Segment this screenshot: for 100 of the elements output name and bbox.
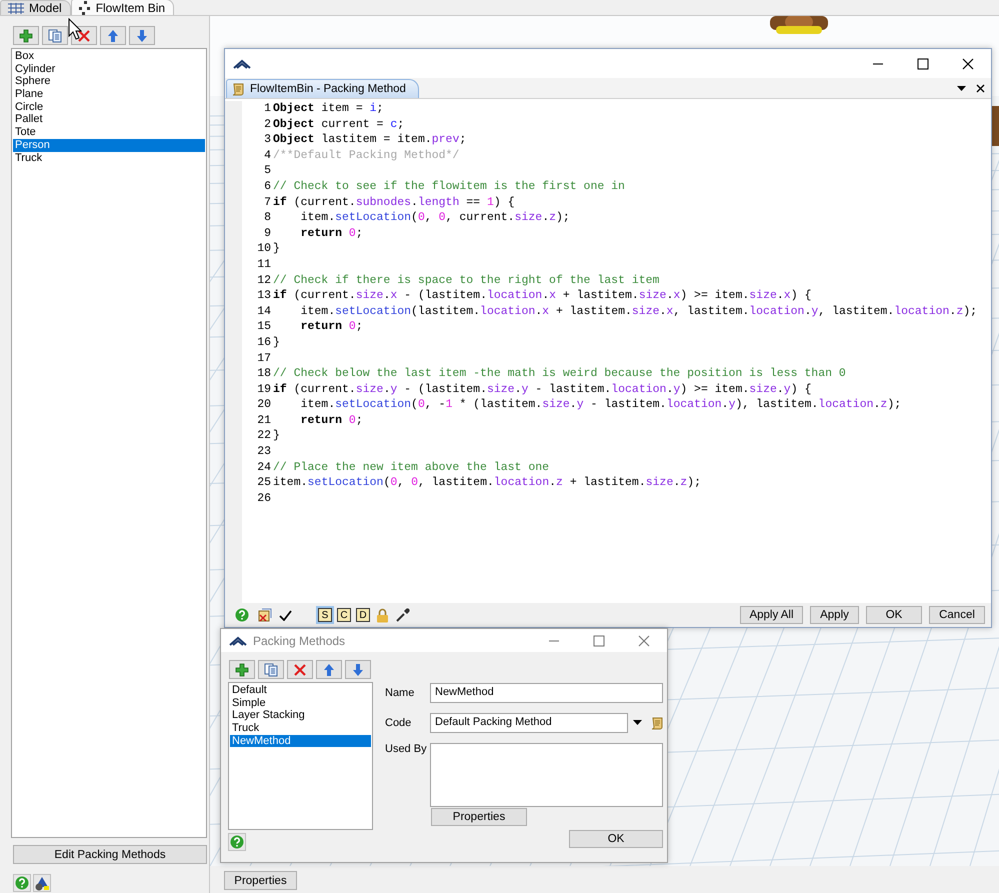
method-item[interactable]: Default — [230, 684, 371, 697]
copy-icon — [264, 662, 278, 676]
down-arrow-icon — [352, 662, 364, 676]
scroll-icon — [231, 82, 245, 96]
ok-button[interactable]: OK — [569, 830, 663, 848]
flowitem-item[interactable]: Cylinder — [13, 62, 205, 76]
plus-icon — [19, 28, 33, 42]
code-line: /**Default Packing Method*/ — [273, 148, 460, 164]
close-icon[interactable] — [976, 84, 985, 93]
mode-toggle[interactable]: C — [337, 608, 351, 622]
maximize-icon[interactable] — [917, 58, 929, 70]
name-field[interactable]: NewMethod — [430, 683, 663, 703]
line-number: 15 — [256, 319, 271, 335]
method-item[interactable]: NewMethod — [230, 734, 371, 748]
close-icon[interactable] — [962, 58, 974, 70]
app-icon — [233, 58, 251, 68]
code-line: if (current.size.x - (lastitem.location.x + lastitem.size.x) >= item.size.x) { — [273, 288, 812, 304]
line-number: 1 — [263, 101, 271, 117]
flowitem-item[interactable]: Sphere — [13, 75, 205, 88]
line-number: 21 — [256, 412, 271, 428]
flowitem-item[interactable]: Circle — [13, 100, 205, 114]
code-line: item.setLocation(lastitem.location.x + lastitem.size.x, lastitem.location.y, lastitem.location.z); — [300, 304, 978, 320]
used-by-field[interactable] — [430, 743, 663, 807]
view-tab[interactable]: Model — [0, 0, 71, 15]
mode-toggle[interactable]: D — [356, 608, 370, 622]
mode-toggle[interactable]: S — [318, 608, 332, 622]
grid-icon — [7, 2, 25, 14]
add-button[interactable] — [13, 26, 39, 45]
line-number: 10 — [256, 241, 271, 257]
code-editor[interactable] — [225, 98, 991, 603]
code-line: // Check if there is space to the right of the last item — [273, 272, 660, 288]
code-line: item.setLocation(0, 0, lastitem.location.z + lastitem.size.z); — [273, 475, 702, 491]
flowitem-item[interactable]: Tote — [13, 126, 205, 139]
flowitem-item[interactable]: Pallet — [13, 113, 205, 126]
edit-packing-methods-button[interactable]: Edit Packing Methods — [13, 845, 207, 864]
copy-button[interactable] — [42, 26, 68, 45]
line-number: 3 — [263, 132, 271, 148]
code-line: } — [273, 428, 281, 444]
move-up-button[interactable] — [316, 660, 342, 679]
delete-icon — [293, 662, 307, 676]
line-number: 19 — [256, 382, 271, 398]
eyedropper-icon[interactable] — [395, 608, 410, 622]
method-item[interactable]: Layer Stacking — [230, 709, 371, 722]
node-icon[interactable] — [257, 607, 273, 623]
help-icon[interactable] — [230, 835, 244, 849]
line-number: 11 — [256, 256, 271, 273]
line-number: 8 — [263, 210, 271, 226]
flowitem-item[interactable]: Truck — [13, 152, 205, 164]
line-number: 2 — [263, 116, 271, 132]
line-number: 25 — [256, 475, 271, 491]
copy-button[interactable] — [258, 660, 284, 679]
method-item[interactable]: Simple — [230, 696, 371, 710]
flowitem-item[interactable]: Plane — [13, 88, 205, 101]
dialog-button[interactable]: Apply — [810, 606, 859, 624]
help-icon[interactable] — [15, 876, 29, 890]
code-line: return 0; — [300, 226, 364, 242]
code-label: Code — [385, 717, 412, 729]
dialog-button[interactable]: OK — [866, 606, 922, 624]
dialog-button[interactable]: Cancel — [929, 606, 985, 624]
copy-icon — [48, 28, 62, 42]
cursor-icon — [68, 18, 82, 40]
code-line: return 0; — [300, 319, 364, 335]
line-number: 26 — [256, 490, 271, 506]
dialog-button[interactable]: Apply All — [740, 606, 803, 624]
line-number: 24 — [256, 460, 271, 476]
flowitem-item[interactable]: Person — [13, 138, 205, 152]
lock-icon[interactable] — [376, 608, 389, 622]
line-number: 16 — [256, 334, 271, 350]
check-icon[interactable] — [279, 610, 292, 620]
line-number: 7 — [263, 194, 271, 210]
line-number: 22 — [256, 428, 271, 444]
code-line: Object current = c; — [273, 116, 406, 132]
line-number: 5 — [263, 163, 271, 179]
flowitem-item[interactable]: Box — [13, 50, 205, 63]
code-dropdown[interactable]: Default Packing Method — [430, 713, 628, 733]
code-line: if (current.size.y - (lastitem.size.y - lastitem.location.y) >= item.size.y) { — [273, 382, 812, 398]
code-line: // Check below the last item -the math is weird because the position is less than 0 — [273, 366, 847, 382]
dropdown-icon[interactable] — [957, 86, 966, 92]
view-tab[interactable]: FlowItem Bin — [70, 0, 174, 15]
move-down-button[interactable] — [345, 660, 371, 679]
code-line: item.setLocation(0, 0, current.size.z); — [300, 210, 571, 226]
move-up-button[interactable] — [100, 26, 126, 45]
line-number: 17 — [256, 350, 271, 366]
method-item[interactable]: Truck — [230, 722, 371, 735]
shapes-icon[interactable] — [34, 876, 50, 890]
properties-button[interactable]: Properties — [224, 871, 297, 890]
properties-button[interactable]: Properties — [431, 808, 527, 826]
dropdown-icon[interactable] — [633, 720, 642, 726]
code-line: return 0; — [300, 412, 364, 428]
name-label: Name — [385, 687, 416, 699]
document-tab[interactable]: FlowItemBin - Packing Method — [226, 79, 419, 98]
code-line: } — [273, 241, 281, 257]
app-icon — [229, 636, 247, 646]
used-by-label: Used By — [385, 743, 428, 755]
help-icon[interactable] — [235, 608, 249, 622]
add-button[interactable] — [229, 660, 255, 679]
line-number: 14 — [256, 304, 271, 320]
move-down-button[interactable] — [129, 26, 155, 45]
line-number: 20 — [256, 397, 271, 413]
line-number: 9 — [263, 226, 271, 242]
